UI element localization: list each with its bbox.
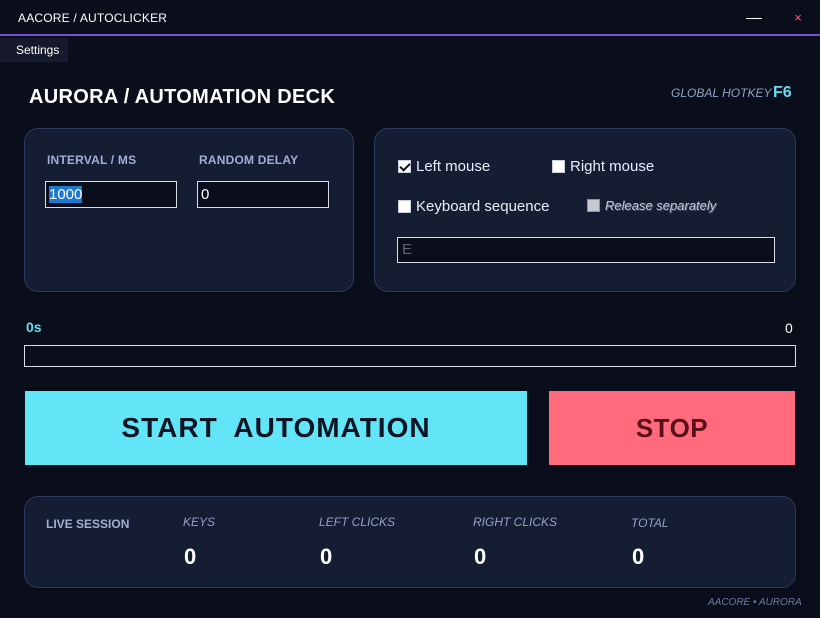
global-hotkey-value: F6: [773, 84, 792, 101]
stat-total-label: TOTAL: [631, 516, 669, 530]
interval-input[interactable]: 1000: [45, 181, 177, 208]
left-mouse-checkbox[interactable]: Left mouse: [398, 158, 490, 175]
start-automation-label: START AUTOMATION: [121, 412, 431, 443]
release-separately-checkbox[interactable]: Release separately: [587, 198, 716, 213]
release-separately-label: Release separately: [605, 198, 717, 213]
menu-bar: Settings: [0, 38, 820, 62]
stat-left-clicks-label: LEFT CLICKS: [319, 515, 396, 529]
keyboard-sequence-label: Keyboard sequence: [416, 198, 550, 215]
key-sequence-input-value: E: [402, 241, 413, 258]
live-session-title: LIVE SESSION: [46, 517, 130, 531]
right-mouse-label: Right mouse: [570, 158, 655, 175]
left-mouse-label: Left mouse: [416, 158, 491, 175]
stat-right-clicks-label: RIGHT CLICKS: [473, 515, 558, 529]
stat-left-clicks-value: 0: [320, 544, 333, 569]
interval-input-value: 1000: [49, 186, 83, 203]
stat-keys-label: KEYS: [183, 515, 216, 529]
release-separately-check-box[interactable]: [587, 199, 600, 212]
global-hotkey-label: GLOBAL HOTKEY: [671, 86, 772, 100]
left-mouse-check-box[interactable]: [398, 160, 411, 173]
random-delay-input[interactable]: 0: [197, 181, 329, 208]
keyboard-sequence-checkbox[interactable]: Keyboard sequence: [398, 198, 549, 215]
right-mouse-check-box[interactable]: [552, 160, 565, 173]
interval-label: INTERVAL / MS: [47, 153, 137, 167]
random-delay-label: RANDOM DELAY: [199, 153, 299, 167]
window-title: AACORE / AUTOCLICKER: [18, 11, 168, 25]
settings-menu[interactable]: Settings: [0, 38, 68, 62]
right-mouse-checkbox[interactable]: Right mouse: [552, 158, 654, 175]
random-delay-input-value: 0: [201, 186, 210, 203]
keyboard-sequence-check-box[interactable]: [398, 200, 411, 213]
stop-label: STOP: [635, 412, 709, 443]
app-title: AURORA / AUTOMATION DECK: [29, 86, 336, 108]
click-counter: 0: [785, 320, 793, 336]
footer-brand: AACORE • AURORA: [708, 597, 802, 608]
live-session-panel: [24, 496, 796, 588]
settings-menu-label: Settings: [16, 43, 60, 57]
minimize-button[interactable]: [740, 8, 768, 28]
elapsed-time: 0s: [26, 319, 42, 335]
progress-bar: [24, 345, 796, 367]
close-icon: ×: [794, 10, 802, 25]
stat-keys-value: 0: [184, 544, 197, 569]
start-automation-button[interactable]: START AUTOMATION: [25, 391, 527, 465]
stat-total-value: 0: [632, 544, 645, 569]
stop-button[interactable]: STOP: [549, 391, 795, 465]
stat-right-clicks-value: 0: [474, 544, 487, 569]
key-sequence-input[interactable]: E: [397, 237, 775, 263]
close-button[interactable]: ×: [784, 8, 812, 28]
title-bar: AACORE / AUTOCLICKER ×: [0, 0, 820, 36]
